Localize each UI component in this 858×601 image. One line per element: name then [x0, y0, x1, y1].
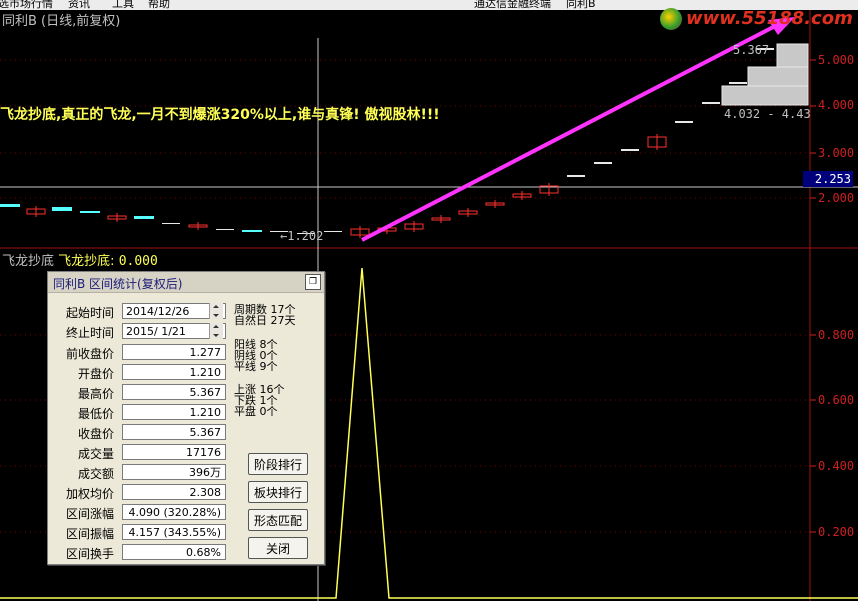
stat-value-field: 17176 [122, 444, 226, 460]
pattern-match-button[interactable]: 形态匹配 [248, 509, 308, 531]
current-price-tag: 2.253 [803, 171, 853, 187]
watermark-text: www.55188.com [686, 8, 853, 29]
indicator-axis-label: 0.400 [818, 459, 855, 473]
candle-down [52, 207, 72, 211]
sector-rank-button[interactable]: 板块排行 [248, 481, 308, 503]
stat-value-field: 4.090 (320.28%) [122, 504, 226, 520]
interval-stats-dialog: 同利B 区间统计(复权后) ❐ 起始时间 2014/12/26 终止时间 201… [47, 271, 325, 565]
indicator-axis-label: 0.200 [818, 525, 855, 539]
stat-label: 加权均价 [65, 487, 114, 501]
stat-value-field: 2.308 [122, 484, 226, 500]
high-price-label: 5.367 [733, 43, 770, 57]
end-time-label: 终止时间 [65, 326, 114, 340]
stat-natural-days: 自然日 27天 [234, 314, 296, 327]
stat-value-field: 1.277 [122, 344, 226, 360]
restore-icon[interactable]: ❐ [305, 274, 321, 290]
menu-news[interactable]: 资讯 [68, 0, 90, 10]
indicator-title: 飞龙抄底 飞龙抄底: 0.000 [2, 250, 158, 269]
menu-tools[interactable]: 工具 [112, 0, 134, 10]
price-axis-label: 5.000 [818, 53, 855, 67]
stat-label: 区间振幅 [65, 527, 114, 541]
candle-flat [324, 231, 342, 232]
menu-help[interactable]: 帮助 [148, 0, 170, 10]
volume-profile-block [721, 85, 809, 106]
start-time-label: 起始时间 [65, 306, 114, 320]
stat-label: 区间换手 [65, 547, 114, 561]
price-axis-label: 4.000 [818, 98, 855, 112]
stat-value-field: 396万 [122, 464, 226, 480]
candle-flat [216, 229, 234, 230]
app-title: 通达信金融终端 [474, 0, 551, 10]
candle-down [80, 211, 100, 213]
indicator-name: 飞龙抄底 [2, 254, 55, 269]
indicator-axis-label: 0.800 [818, 328, 855, 342]
stock-title: 同利B [566, 0, 596, 10]
stat-value-field: 5.367 [122, 384, 226, 400]
promo-banner: 飞龙抄底,真正的飞龙,一月不到爆涨320%以上,谁与真锋! 傲视股林!!! [0, 107, 440, 123]
stat-label: 最高价 [77, 387, 114, 401]
stat-label: 开盘价 [77, 367, 114, 381]
dialog-title: 同利B 区间统计(复权后) [53, 277, 183, 291]
stat-value-field: 1.210 [122, 364, 226, 380]
stat-flat-line: 平线 9个 [234, 360, 278, 373]
dialog-titlebar[interactable]: 同利B 区间统计(复权后) ❐ [48, 272, 324, 293]
stat-label: 成交量 [77, 447, 114, 461]
indicator-axis-label: 0.600 [818, 393, 855, 407]
stat-flat: 平盘 0个 [234, 405, 278, 418]
volume-profile-block [747, 66, 809, 87]
stat-label: 成交额 [77, 467, 114, 481]
candle-down [242, 230, 262, 232]
stat-label: 前收盘价 [65, 347, 114, 361]
chart-title: 同利B (日线,前复权) [2, 14, 121, 29]
stat-value-field: 5.367 [122, 424, 226, 440]
candle-flat [162, 223, 180, 224]
candle-down [134, 216, 154, 219]
stat-value-field: 1.210 [122, 404, 226, 420]
stat-value-field: 4.157 (343.55%) [122, 524, 226, 540]
stage-rank-button[interactable]: 阶段排行 [248, 453, 308, 475]
site-logo-icon [660, 8, 682, 30]
price-axis-label: 2.000 [818, 191, 855, 205]
end-date-spinner[interactable] [209, 323, 223, 339]
price-axis-label: 3.000 [818, 146, 855, 160]
volume-profile-block [776, 43, 809, 68]
candle-flat [567, 175, 585, 177]
stat-value-field: 0.68% [122, 544, 226, 560]
candle-flat [729, 82, 747, 84]
low-price-label: ←1.202 [280, 229, 324, 243]
close-button[interactable]: 关闭 [248, 537, 308, 559]
menu-market[interactable]: 选市场行情 [0, 0, 53, 10]
indicator-label: 飞龙抄底: [58, 254, 115, 269]
candle-flat [702, 102, 720, 104]
candle-down [0, 204, 20, 207]
stat-label: 区间涨幅 [65, 507, 114, 521]
candle-flat [675, 121, 693, 123]
indicator-value: 0.000 [118, 254, 158, 269]
candle-flat [621, 149, 639, 151]
volume-range-label: 4.032 - 4.43 [724, 107, 811, 121]
stat-label: 最低价 [77, 407, 114, 421]
start-date-spinner[interactable] [209, 303, 223, 319]
stat-label: 收盘价 [77, 427, 114, 441]
trend-arrow-line [361, 19, 786, 242]
candle-flat [594, 162, 612, 164]
